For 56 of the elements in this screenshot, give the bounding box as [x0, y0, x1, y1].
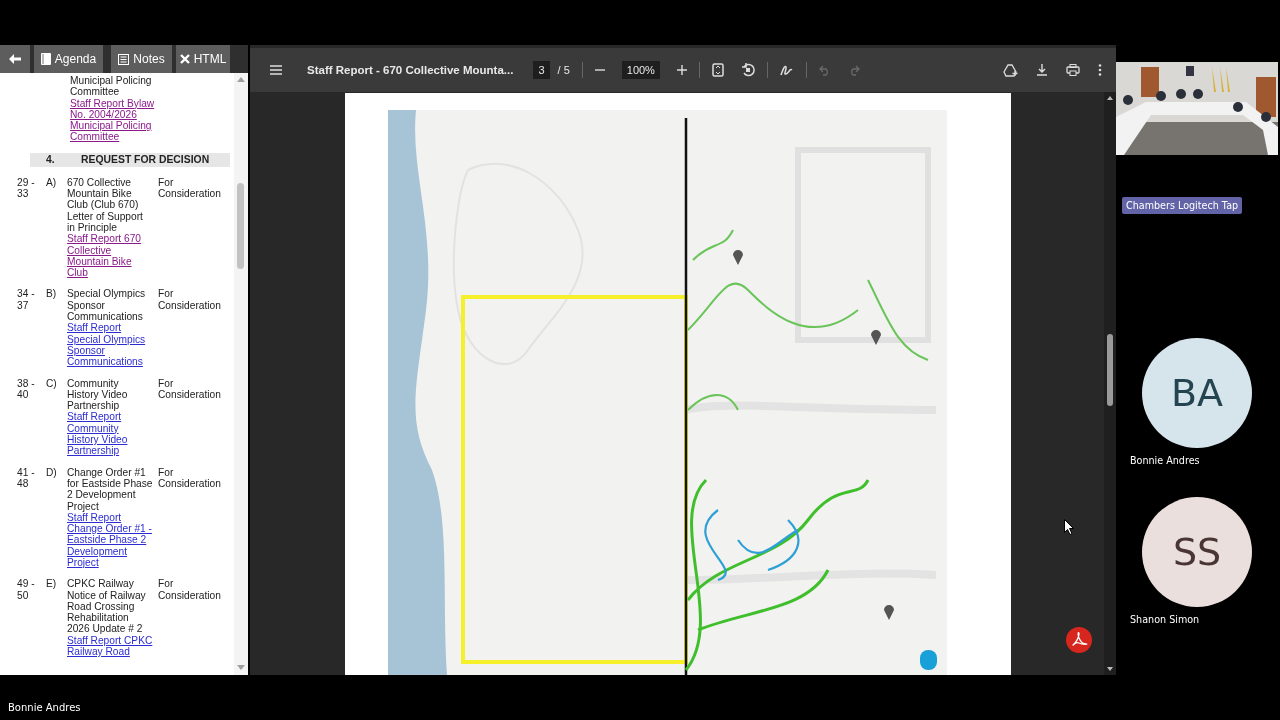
- print-icon[interactable]: [1066, 64, 1080, 76]
- item-status: For Consideration: [157, 288, 222, 313]
- page-range: 29 - 33: [17, 176, 36, 202]
- participant-name: Bonnie Andres: [1130, 455, 1201, 466]
- item-letter: A): [46, 176, 58, 190]
- notes-button[interactable]: Notes: [111, 45, 172, 73]
- agenda-item-title: 670 Collective Mountain Bike Club (Club 670) Letter of Support in Principle: [67, 176, 144, 234]
- item-status: For Consideration: [157, 466, 222, 491]
- document-title: Staff Report - 670 Collective Mounta...: [307, 64, 514, 76]
- avatar: SS: [1142, 497, 1252, 607]
- page-number-field[interactable]: 3: [533, 61, 550, 79]
- page-range: 49 - 50: [17, 578, 36, 603]
- more-icon[interactable]: [1098, 64, 1102, 76]
- pdf-badge-icon[interactable]: [1066, 627, 1092, 653]
- zoom-field[interactable]: 100%: [621, 61, 660, 79]
- book-icon: [40, 53, 51, 65]
- item-letter: B): [46, 288, 58, 302]
- agenda-item-title: Change Order #1 for Eastside Phase 2 Development Project: [67, 466, 153, 512]
- draw-icon[interactable]: [779, 63, 794, 77]
- agenda-item-title: CPKC Railway Notice of Railway Road Crossing Rehabilitation 2026 Update # 2: [67, 578, 147, 635]
- item-letter: E): [46, 578, 58, 592]
- download-icon[interactable]: [1036, 64, 1048, 76]
- agenda-item-title: Municipal Policing Committee: [70, 75, 153, 98]
- page-range: 34 - 37: [17, 288, 36, 313]
- section-header: 4. REQUEST FOR DECISION: [30, 152, 230, 167]
- item-status: For Consideration: [157, 176, 222, 202]
- agenda-link[interactable]: Staff Report Change Order #1 - Eastside Phase 2 Development Project: [67, 511, 153, 569]
- item-status: For Consideration: [157, 578, 222, 603]
- page-count: / 5: [557, 64, 570, 76]
- page-range: 38 - 40: [17, 377, 36, 402]
- back-arrow-icon: [9, 54, 21, 64]
- notes-icon: [118, 53, 130, 65]
- pointer-icon: [1064, 519, 1074, 535]
- participant-name: Shanon Simon: [1130, 614, 1201, 625]
- agenda-link[interactable]: Staff Report Community History Video Partnership: [67, 411, 153, 457]
- item-letter: C): [46, 377, 58, 391]
- agenda-link[interactable]: Staff Report CPKC Railway Road: [67, 634, 153, 658]
- speaker-name: Bonnie Andres: [8, 702, 81, 713]
- avatar: BA: [1142, 338, 1252, 448]
- room-label: Chambers Logitech Tap: [1122, 197, 1243, 214]
- agenda-item-title: Special Olympics Sponsor Communications: [67, 288, 147, 323]
- menu-icon[interactable]: [270, 65, 282, 75]
- agenda-button[interactable]: Agenda: [34, 45, 103, 73]
- agenda-item-title: Community History Video Partnership: [67, 377, 129, 412]
- rotate-icon[interactable]: [740, 63, 755, 77]
- back-button[interactable]: [0, 45, 30, 73]
- agenda-link[interactable]: Staff Report Bylaw No. 2004/2026 Municipal Policing Committee: [70, 97, 162, 143]
- item-status: For Consideration: [157, 377, 222, 402]
- page-range: 41 - 48: [17, 466, 36, 491]
- close-icon: [179, 54, 190, 64]
- agenda-link[interactable]: Staff Report 670 Collective Mountain Bike Club: [67, 233, 153, 279]
- item-letter: D): [46, 466, 58, 480]
- html-button[interactable]: HTML: [176, 45, 230, 73]
- fit-page-icon[interactable]: [711, 63, 724, 77]
- agenda-link[interactable]: Staff Report Special Olympics Sponsor Communications: [67, 322, 153, 368]
- zoom-in-icon[interactable]: [676, 65, 687, 75]
